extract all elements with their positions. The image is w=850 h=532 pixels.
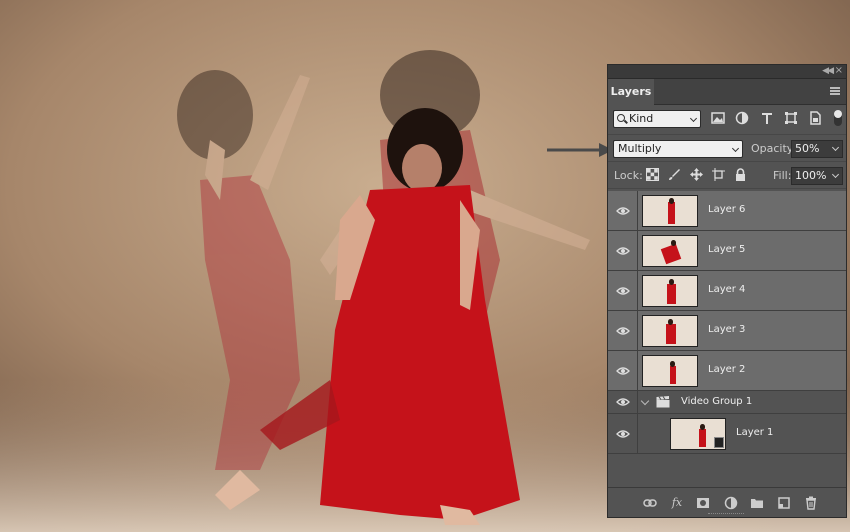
- blend-mode-value: Multiply: [618, 142, 662, 155]
- visibility-toggle[interactable]: [608, 414, 638, 453]
- filter-toggle-switch[interactable]: [834, 110, 842, 126]
- eye-icon: [616, 326, 630, 335]
- eye-icon: [616, 206, 630, 215]
- trash-icon[interactable]: [804, 496, 818, 510]
- type-layer-filter-icon[interactable]: [760, 111, 774, 125]
- collapse-panel-icon[interactable]: ◀◀: [822, 66, 834, 76]
- filter-row: Kind: [608, 105, 846, 135]
- adjustment-layer-filter-icon[interactable]: [735, 111, 749, 125]
- layer-name[interactable]: Layer 5: [708, 244, 745, 255]
- new-group-icon[interactable]: [750, 496, 764, 510]
- visibility-toggle[interactable]: [608, 311, 638, 350]
- pixel-layer-filter-icon[interactable]: [711, 111, 725, 125]
- lock-position-icon[interactable]: [690, 168, 703, 181]
- blend-row: Multiply Opacity: 50%: [608, 135, 846, 162]
- expand-chevron-icon[interactable]: [640, 396, 650, 406]
- layer-name[interactable]: Video Group 1: [681, 396, 752, 407]
- visibility-toggle[interactable]: [608, 351, 638, 390]
- video-group-icon: [656, 396, 670, 408]
- annotation-arrow: [547, 143, 613, 157]
- filter-kind-select[interactable]: Kind: [613, 110, 701, 128]
- adjustment-layer-icon[interactable]: [724, 496, 738, 510]
- lock-transparent-pixels-icon[interactable]: [646, 168, 659, 181]
- layer-name[interactable]: Layer 3: [708, 324, 745, 335]
- layer-name[interactable]: Layer 6: [708, 204, 745, 215]
- layer-thumbnail: [642, 195, 698, 227]
- filter-kind-value: Kind: [629, 112, 654, 125]
- blend-mode-select[interactable]: Multiply: [613, 140, 743, 158]
- video-group-row[interactable]: Video Group 1: [608, 391, 846, 414]
- eye-icon: [616, 366, 630, 375]
- visibility-toggle[interactable]: [608, 271, 638, 310]
- layer-row-6[interactable]: Layer 6: [608, 191, 846, 231]
- shape-layer-filter-icon[interactable]: [784, 111, 798, 125]
- eye-icon: [616, 398, 630, 406]
- panel-resize-grip[interactable]: [708, 513, 744, 515]
- layer-row-1[interactable]: Layer 1: [608, 414, 846, 454]
- layers-panel: ◀◀ × Layers Kind Multiply Opacity: 50% L…: [607, 64, 847, 518]
- chevron-down-icon[interactable]: [831, 143, 840, 152]
- search-icon: [617, 114, 625, 122]
- layer-thumbnail: [642, 355, 698, 387]
- layer-name[interactable]: Layer 1: [736, 427, 773, 438]
- layer-row-5[interactable]: Layer 5: [608, 231, 846, 271]
- layer-thumbnail: [642, 315, 698, 347]
- lock-label: Lock:: [614, 169, 643, 182]
- smart-object-filter-icon[interactable]: [808, 111, 822, 125]
- layer-list: Layer 6 Layer 5 Layer 4 Layer 3 Layer 2 …: [608, 191, 846, 481]
- lock-image-pixels-icon[interactable]: [668, 168, 681, 181]
- layer-thumbnail: [670, 418, 726, 450]
- fill-label: Fill:: [773, 169, 792, 182]
- eye-icon: [616, 246, 630, 255]
- chevron-down-icon: [689, 114, 698, 123]
- lock-row: Lock: Fill: 100%: [608, 162, 846, 189]
- layer-row-2[interactable]: Layer 2: [608, 351, 846, 391]
- layers-bottom-toolbar: fx: [608, 487, 846, 517]
- layer-thumbnail: [642, 275, 698, 307]
- lock-artboard-icon[interactable]: [712, 168, 725, 181]
- visibility-toggle[interactable]: [608, 231, 638, 270]
- video-layer-icon: [714, 437, 724, 448]
- layer-mask-icon[interactable]: [696, 496, 710, 510]
- layer-name[interactable]: Layer 4: [708, 284, 745, 295]
- close-panel-icon[interactable]: ×: [835, 65, 843, 76]
- lock-all-icon[interactable]: [734, 168, 747, 181]
- layer-thumbnail: [642, 235, 698, 267]
- visibility-toggle[interactable]: [608, 191, 638, 230]
- chevron-down-icon: [731, 144, 740, 153]
- fx-icon[interactable]: fx: [670, 496, 684, 510]
- fill-input[interactable]: 100%: [791, 167, 843, 185]
- layer-row-4[interactable]: Layer 4: [608, 271, 846, 311]
- opacity-input[interactable]: 50%: [791, 140, 843, 158]
- layer-row-3[interactable]: Layer 3: [608, 311, 846, 351]
- tab-layers[interactable]: Layers: [608, 79, 654, 105]
- eye-icon: [616, 429, 630, 438]
- visibility-toggle[interactable]: [608, 391, 638, 413]
- layer-name[interactable]: Layer 2: [708, 364, 745, 375]
- fill-value: 100%: [795, 169, 827, 182]
- panel-menu-icon[interactable]: [830, 87, 840, 95]
- link-layers-icon[interactable]: [643, 496, 657, 510]
- new-layer-icon[interactable]: [777, 496, 791, 510]
- eye-icon: [616, 286, 630, 295]
- chevron-down-icon[interactable]: [831, 170, 840, 179]
- opacity-label: Opacity:: [751, 142, 797, 155]
- panel-tab-bar: Layers: [608, 79, 846, 105]
- panel-title-bar[interactable]: ◀◀ ×: [608, 65, 846, 79]
- opacity-value: 50%: [795, 142, 820, 155]
